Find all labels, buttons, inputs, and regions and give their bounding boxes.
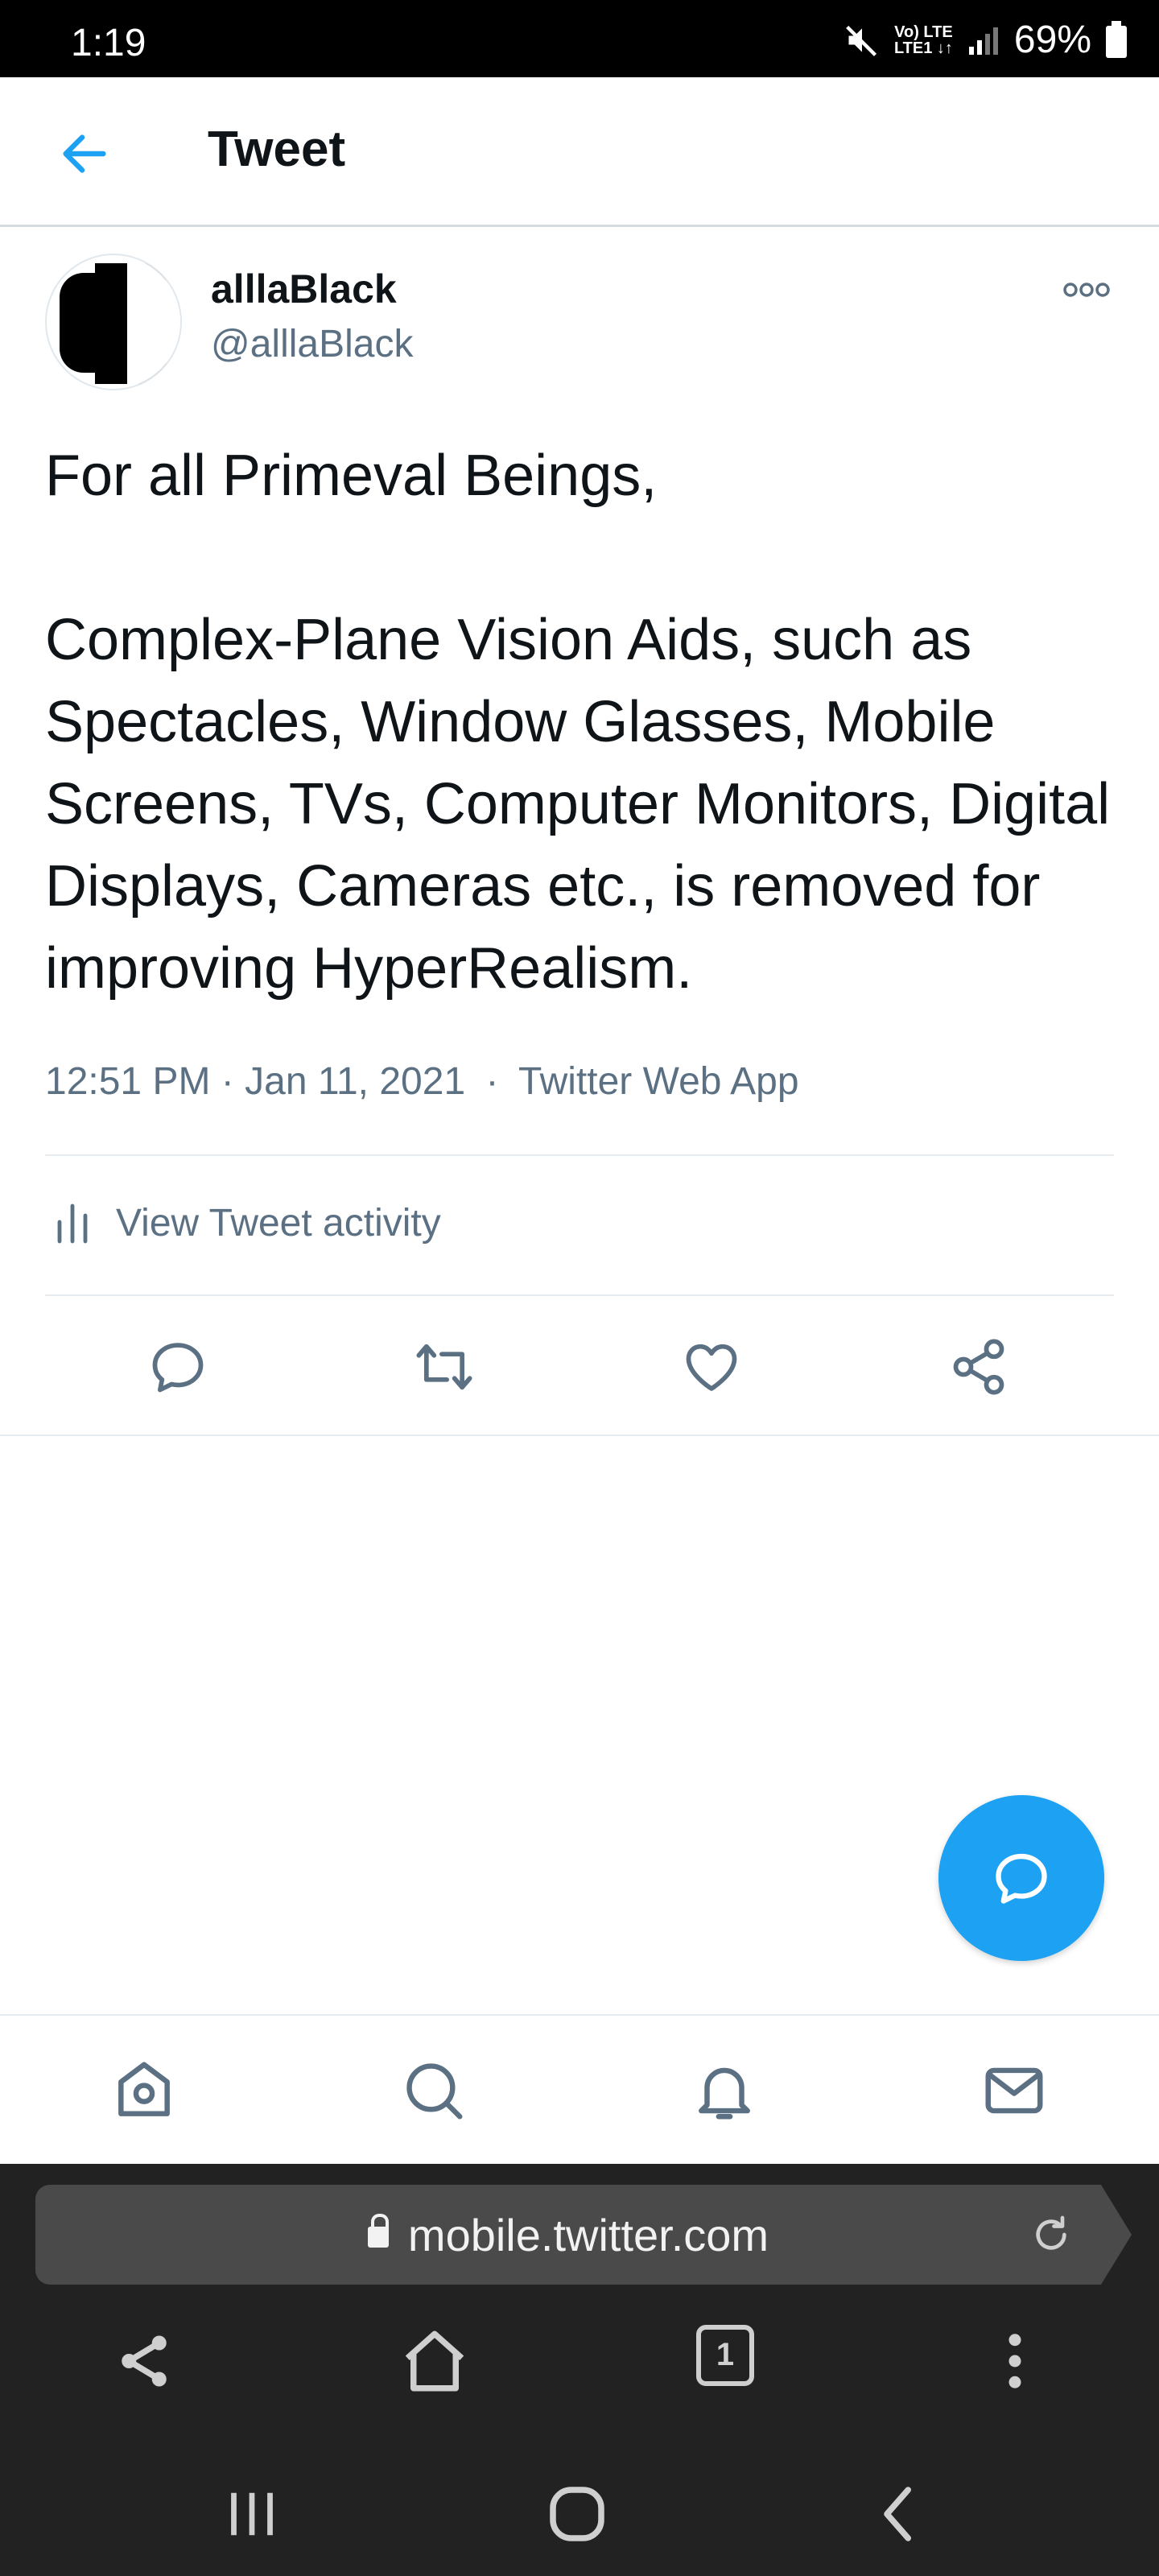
- tweet-source[interactable]: Twitter Web App: [518, 1060, 799, 1103]
- reply-icon[interactable]: [147, 1336, 208, 1397]
- home-icon[interactable]: [398, 2325, 471, 2397]
- author-display-name[interactable]: alllaBlack: [211, 266, 397, 312]
- battery-percent: 69%: [1013, 19, 1091, 61]
- tweet-time[interactable]: 12:51 PM: [45, 1060, 210, 1103]
- reload-icon[interactable]: [1029, 2212, 1074, 2257]
- retweet-icon[interactable]: [414, 1336, 475, 1397]
- meta-separator: ·: [221, 1060, 234, 1103]
- mute-icon: [846, 25, 877, 56]
- recent-apps-icon[interactable]: [216, 2478, 288, 2550]
- network-label: Vo) LTE LTE1 ↓↑: [893, 23, 953, 57]
- bottom-nav: [0, 2014, 1159, 2164]
- menu-icon[interactable]: [979, 2325, 1051, 2397]
- notifications-icon[interactable]: [690, 2056, 759, 2125]
- search-icon[interactable]: [399, 2056, 468, 2125]
- url-bar[interactable]: mobile.twitter.com: [35, 2185, 1132, 2285]
- more-options-icon[interactable]: [1062, 280, 1111, 299]
- url-text: mobile.twitter.com: [407, 2210, 769, 2260]
- share-icon[interactable]: [948, 1336, 1009, 1397]
- url-display: mobile.twitter.com: [35, 2209, 1101, 2261]
- divider: [45, 1294, 1114, 1296]
- reply-fab-button[interactable]: [938, 1795, 1104, 1961]
- messages-icon[interactable]: [980, 2056, 1049, 2125]
- tweet-text: For all Primeval Beings, Complex-Plane V…: [45, 444, 1111, 1001]
- tweet-meta: 12:51 PM · Jan 11, 2021 · Twitter Web Ap…: [45, 1059, 799, 1104]
- analytics-icon: [57, 1203, 88, 1243]
- tweet-date[interactable]: Jan 11, 2021: [245, 1060, 465, 1103]
- lock-icon: [367, 2214, 389, 2248]
- author-handle[interactable]: @alllaBlack: [211, 322, 413, 366]
- divider: [45, 1154, 1114, 1156]
- share-icon[interactable]: [108, 2325, 180, 2397]
- arrow-left-icon[interactable]: [56, 126, 113, 182]
- status-time: 1:19: [71, 22, 146, 64]
- view-tweet-activity[interactable]: View Tweet activity: [45, 1201, 441, 1245]
- tweet-header: Tweet: [0, 77, 1159, 227]
- divider: [0, 1435, 1159, 1436]
- meta-separator: ·: [485, 1060, 499, 1103]
- tabs-button[interactable]: 1: [696, 2325, 754, 2386]
- home-icon[interactable]: [109, 2056, 179, 2125]
- activity-label: View Tweet activity: [116, 1202, 441, 1245]
- avatar[interactable]: [45, 254, 182, 390]
- status-icons: Vo) LTE LTE1 ↓↑ 69%: [844, 18, 1127, 62]
- reply-icon: [996, 1853, 1047, 1904]
- back-icon[interactable]: [863, 2478, 935, 2550]
- like-icon[interactable]: [681, 1336, 742, 1397]
- browser-toolbar: mobile.twitter.com 1: [0, 2164, 1159, 2576]
- page-title: Tweet: [208, 122, 346, 177]
- battery-icon: [1106, 20, 1127, 58]
- home-button-icon[interactable]: [541, 2478, 613, 2550]
- signal-icon: [968, 27, 998, 55]
- tweet-actions: [0, 1317, 1159, 1414]
- status-bar: 1:19 Vo) LTE LTE1 ↓↑ 69%: [0, 0, 1159, 77]
